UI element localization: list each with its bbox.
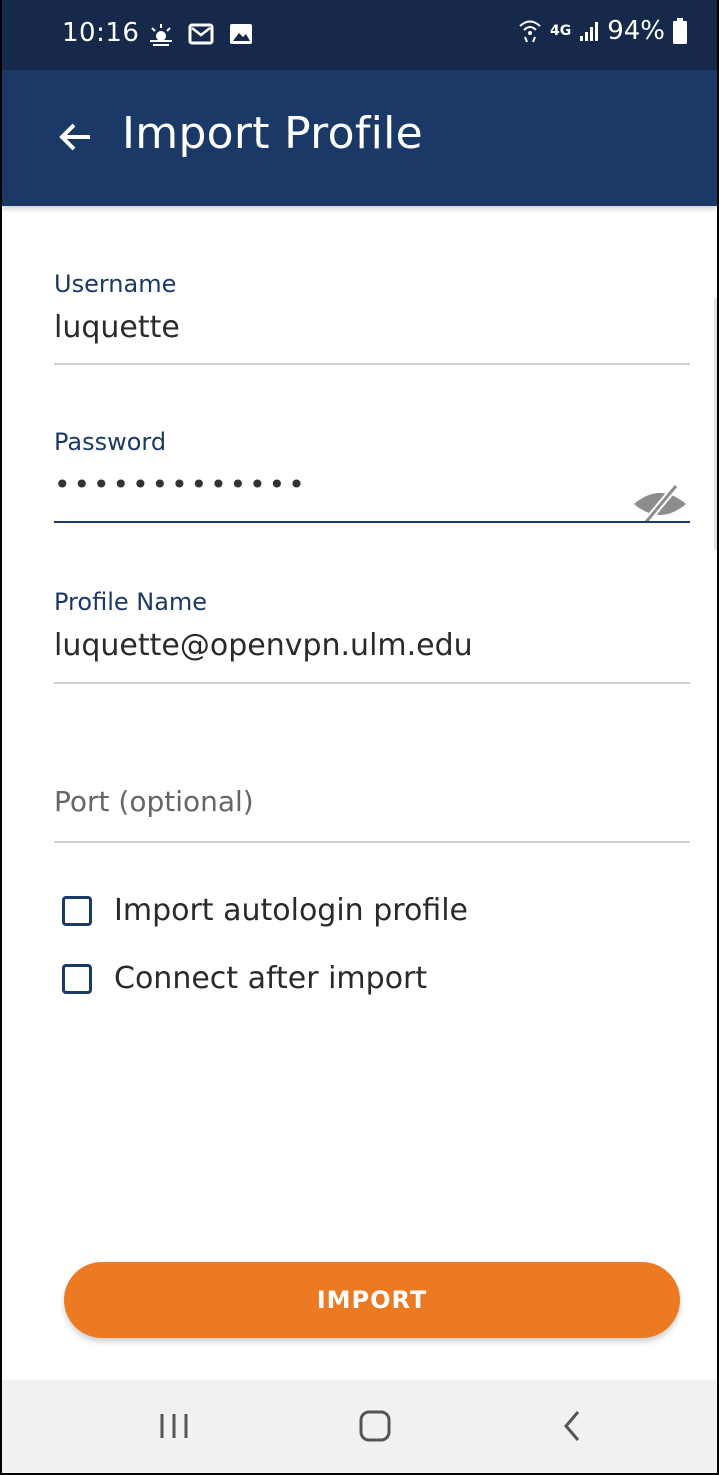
recent-apps-button[interactable] bbox=[144, 1400, 204, 1452]
image-icon bbox=[230, 24, 252, 44]
username-underline bbox=[54, 363, 690, 365]
profile-name-label: Profile Name bbox=[54, 588, 208, 616]
port-field[interactable]: Port (optional) bbox=[54, 785, 690, 845]
status-right: 4G 94% bbox=[518, 16, 687, 46]
network-type: 4G bbox=[549, 23, 572, 39]
username-field[interactable]: Username luquette bbox=[54, 270, 690, 366]
autologin-checkbox-row[interactable]: Import autologin profile bbox=[62, 893, 468, 928]
home-icon bbox=[359, 1410, 391, 1442]
username-input[interactable]: luquette bbox=[54, 310, 690, 345]
arrow-left-icon bbox=[59, 123, 90, 151]
password-label: Password bbox=[54, 428, 167, 456]
wifi-calling-icon bbox=[519, 20, 541, 43]
battery-percent: 94% bbox=[607, 16, 665, 46]
signal-icon bbox=[580, 22, 599, 41]
profile-name-field[interactable]: Profile Name luquette@openvpn.ulm.edu bbox=[54, 588, 690, 684]
status-bar: 10:16 4G 94% bbox=[2, 0, 717, 70]
email-icon bbox=[188, 23, 214, 45]
password-input[interactable]: ••••••••••••• bbox=[54, 468, 690, 501]
scroll-indicator[interactable] bbox=[714, 298, 717, 550]
nav-back-button[interactable] bbox=[542, 1400, 602, 1452]
back-button[interactable] bbox=[50, 112, 100, 162]
notification-icons bbox=[148, 22, 254, 46]
connect-checkbox-row[interactable]: Connect after import bbox=[62, 961, 427, 996]
status-time: 10:16 bbox=[62, 18, 140, 48]
page-title: Import Profile bbox=[122, 108, 424, 159]
password-underline bbox=[54, 521, 690, 523]
app-bar: Import Profile bbox=[2, 70, 717, 206]
back-icon bbox=[564, 1411, 580, 1441]
password-visibility-toggle[interactable] bbox=[630, 483, 690, 525]
autologin-label: Import autologin profile bbox=[114, 893, 468, 928]
home-button[interactable] bbox=[345, 1400, 405, 1452]
username-label: Username bbox=[54, 270, 177, 298]
battery-icon bbox=[673, 18, 687, 44]
recent-apps-icon bbox=[160, 1414, 188, 1438]
weather-icon bbox=[150, 24, 172, 46]
autologin-checkbox[interactable] bbox=[62, 895, 92, 926]
import-button[interactable]: IMPORT bbox=[64, 1262, 680, 1338]
connect-after-import-checkbox[interactable] bbox=[62, 963, 92, 994]
eye-off-icon bbox=[634, 483, 686, 525]
password-field[interactable]: Password ••••••••••••• bbox=[54, 428, 690, 525]
profile-name-underline bbox=[54, 682, 690, 684]
profile-name-input[interactable]: luquette@openvpn.ulm.edu bbox=[54, 628, 690, 663]
phone-screen: 10:16 4G 94% Import Profile Username luq… bbox=[0, 0, 719, 1475]
system-nav-bar bbox=[2, 1380, 717, 1473]
port-underline bbox=[54, 841, 690, 843]
connect-after-import-label: Connect after import bbox=[114, 961, 428, 996]
port-input[interactable]: Port (optional) bbox=[54, 785, 690, 818]
